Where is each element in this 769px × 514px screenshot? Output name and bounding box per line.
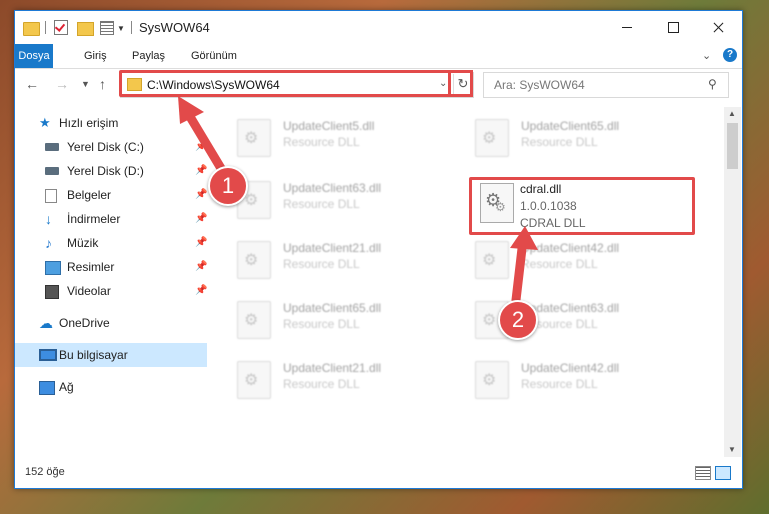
annotation-arrows [178, 96, 538, 305]
step-2-callout: 2 [498, 300, 538, 340]
arrow-2 [510, 226, 538, 305]
arrow-1 [178, 96, 227, 175]
step-1-callout: 1 [208, 166, 248, 206]
